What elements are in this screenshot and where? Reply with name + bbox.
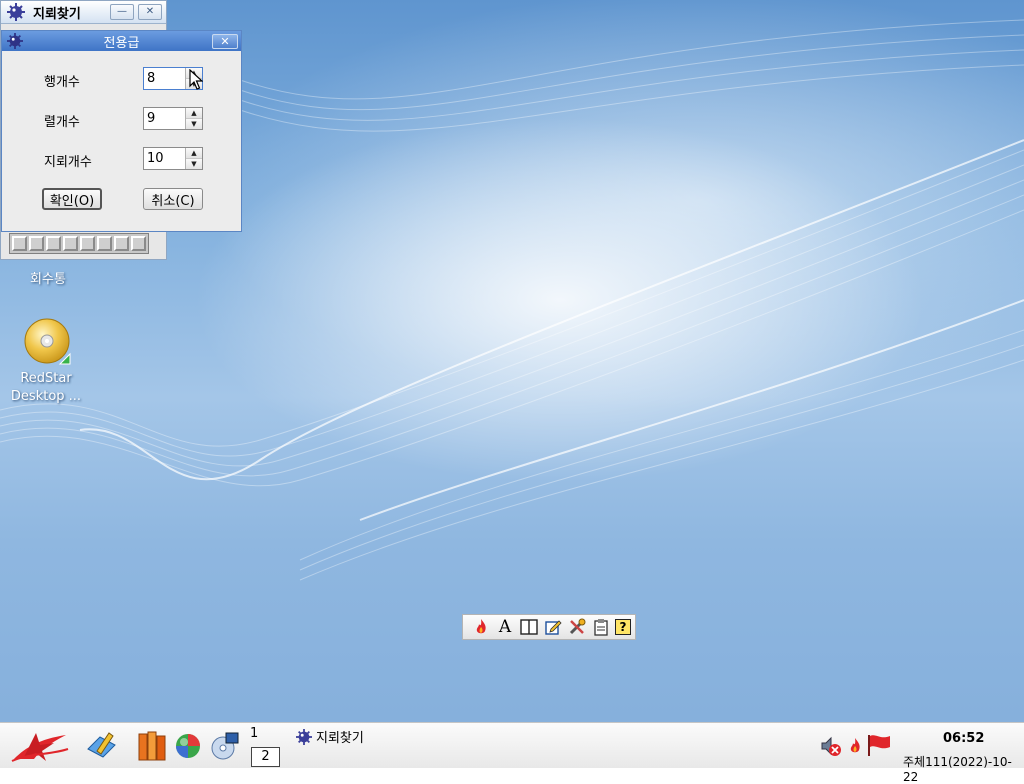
mine-cell[interactable] [12,236,27,251]
flag-icon[interactable] [866,733,892,757]
cancel-button[interactable]: 취소(C) [143,188,203,210]
layout-icon[interactable] [519,617,539,637]
close-button[interactable]: ✕ [138,4,162,20]
mouse-cursor-icon [189,69,203,90]
task-minesweeper[interactable]: 지뢰찾기 [296,727,364,746]
mine-cell[interactable] [131,236,146,251]
columns-label: 렬개수 [44,115,80,130]
custom-field-dialog[interactable]: 전용급 ✕ 행개수 8 ▲ ▼ 렬개수 9 ▲ ▼ 지뢰개수 10 ▲ ▼ [1,30,242,232]
cd-icon[interactable] [24,318,72,366]
mines-increment-button[interactable]: ▲ [186,148,202,158]
redstar-menu-icon[interactable] [10,729,70,763]
help-icon[interactable]: ? [615,619,631,635]
clipboard-icon[interactable] [591,617,611,637]
media-icon[interactable] [210,731,240,761]
office-icon[interactable] [137,730,167,762]
desktop: 회수통 RedStar Desktop ... 지뢰찾기 — ✕ 전용급 ✕ 행… [0,0,1024,722]
rows-label: 행개수 [44,75,80,90]
columns-decrement-button[interactable]: ▼ [186,118,202,129]
notepad-icon[interactable] [85,729,117,761]
floating-toolbar[interactable]: A ? [462,614,636,640]
mine-cell[interactable] [114,236,129,251]
mines-spinbox[interactable]: 10 ▲ ▼ [143,147,203,170]
clock-date: 주체111(2022)-10-22 [903,755,1012,784]
minimize-button[interactable]: — [110,4,134,20]
columns-input[interactable]: 9 [144,108,185,129]
browser-icon[interactable] [174,732,202,760]
minesweeper-title: 지뢰찾기 [33,6,81,22]
rows-input[interactable]: 8 [144,68,185,89]
dialog-title: 전용급 [103,35,140,51]
desktop-1-button[interactable]: 1 [250,726,258,741]
speaker-muted-icon[interactable] [820,735,842,757]
font-icon[interactable]: A [495,617,515,637]
app-icon [7,3,25,21]
tools-icon[interactable] [567,617,587,637]
clock-time[interactable]: 06:52 [943,731,984,746]
ok-button[interactable]: 확인(O) [42,188,102,210]
trash-label[interactable]: 회수통 [22,268,74,287]
mines-input[interactable]: 10 [144,148,185,169]
columns-increment-button[interactable]: ▲ [186,108,202,118]
mine-cell[interactable] [63,236,78,251]
ime-icon[interactable] [847,736,863,756]
dialog-close-button[interactable]: ✕ [212,34,238,49]
app-icon [296,728,312,745]
mines-decrement-button[interactable]: ▼ [186,158,202,169]
taskbar: 1 2 지뢰찾기 06:52 주체111(2022)-10-22 [0,722,1024,784]
desktop-2-button[interactable]: 2 [251,747,280,767]
mine-cell[interactable] [46,236,61,251]
mine-cell[interactable] [97,236,112,251]
task-title: 지뢰찾기 [316,731,364,746]
minesweeper-titlebar[interactable]: 지뢰찾기 — ✕ [1,1,166,24]
edit-icon[interactable] [543,617,563,637]
mine-field[interactable] [9,233,149,254]
flame-icon[interactable] [471,617,491,637]
mine-cell[interactable] [29,236,44,251]
mines-label: 지뢰개수 [44,155,92,170]
mine-cell[interactable] [80,236,95,251]
dialog-titlebar[interactable]: 전용급 ✕ [2,31,241,51]
redstar-desktop-label[interactable]: RedStar Desktop ... [4,370,88,406]
columns-spinbox[interactable]: 9 ▲ ▼ [143,107,203,130]
